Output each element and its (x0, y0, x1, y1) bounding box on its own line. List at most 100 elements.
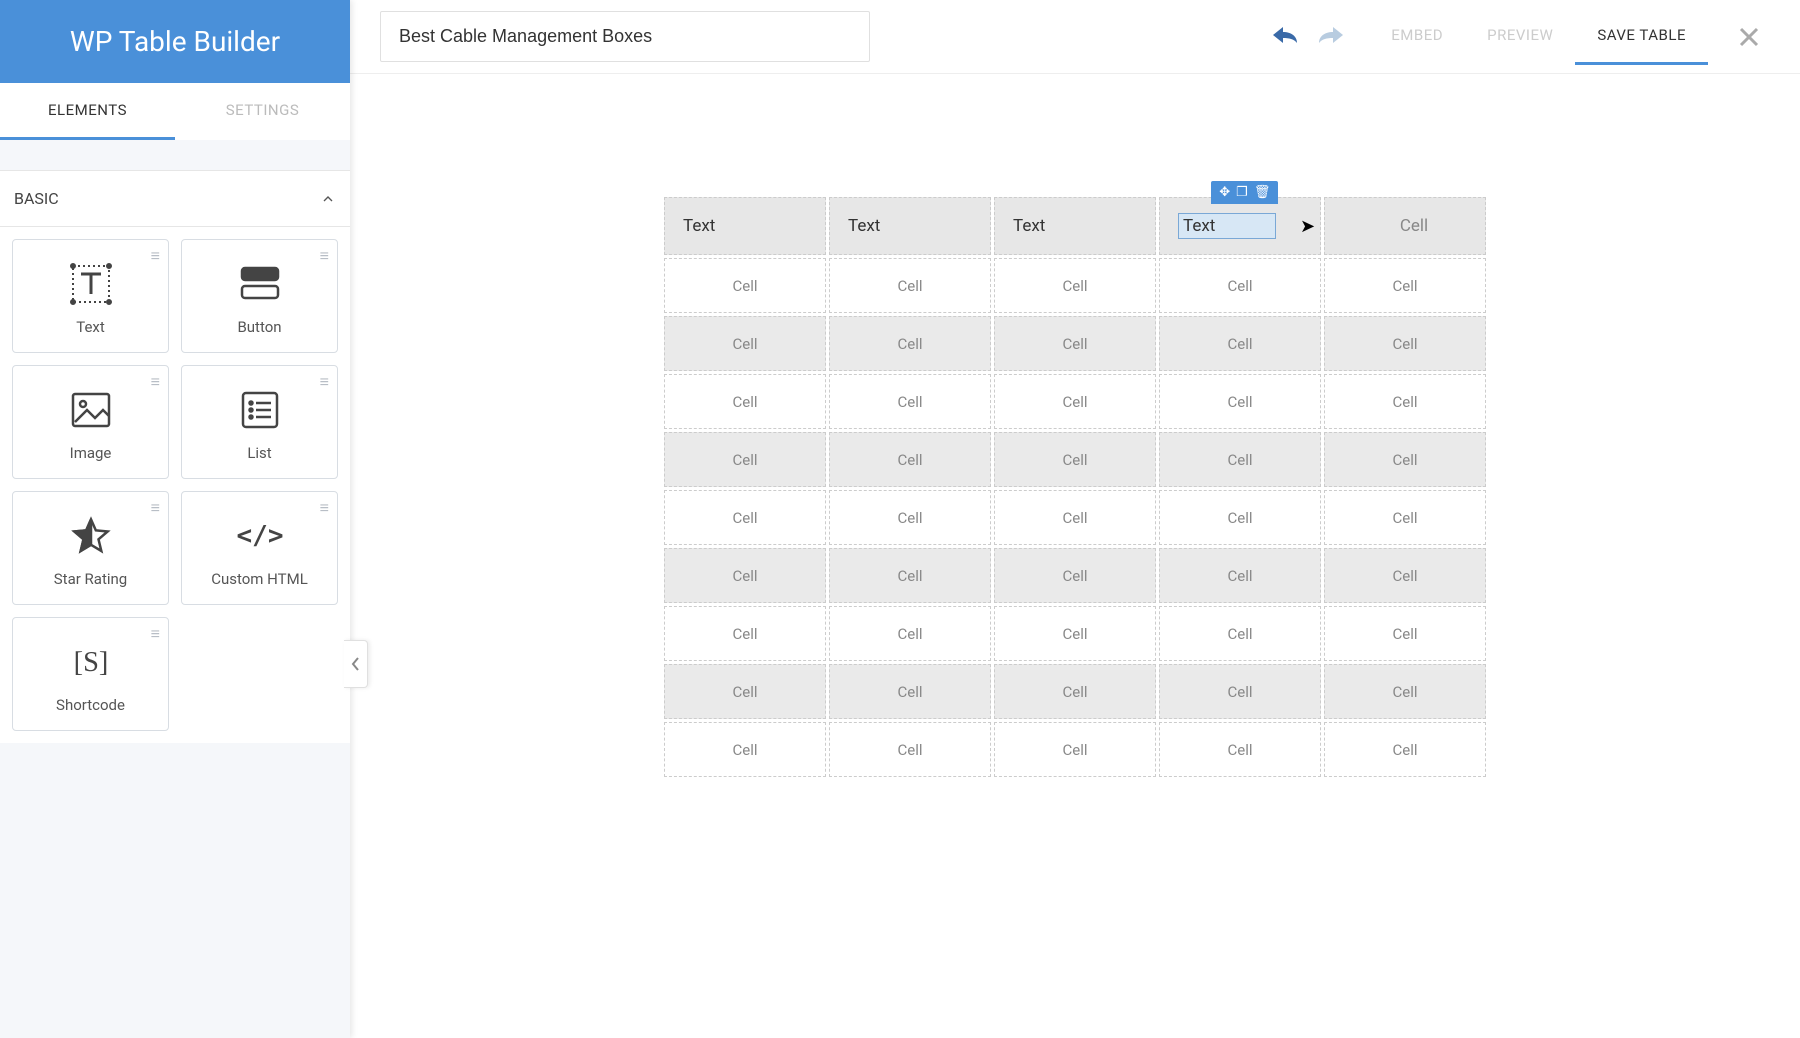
table-cell[interactable]: Cell (664, 490, 826, 545)
element-list[interactable]: ≡ List (181, 365, 338, 479)
table-cell[interactable]: Cell (994, 664, 1156, 719)
table-cell[interactable]: Cell (1324, 606, 1486, 661)
drag-handle-icon: ≡ (320, 246, 329, 266)
table-cell[interactable]: Cell (1159, 316, 1321, 371)
table-cell[interactable]: Cell (829, 548, 991, 603)
table-row[interactable]: CellCellCellCellCell (664, 664, 1486, 719)
element-image[interactable]: ≡ Image (12, 365, 169, 479)
table-cell[interactable]: Cell (1159, 258, 1321, 313)
table-cell[interactable]: Cell (829, 606, 991, 661)
delete-icon[interactable]: 🗑 (1254, 185, 1271, 200)
table-cell[interactable]: Cell (994, 490, 1156, 545)
table-cell[interactable]: Cell (829, 316, 991, 371)
preview-button[interactable]: PREVIEW (1465, 8, 1575, 65)
table-cell[interactable]: Cell (1324, 316, 1486, 371)
image-icon (67, 386, 115, 434)
table-cell[interactable]: Cell (664, 664, 826, 719)
table-cell[interactable]: Cell (1324, 432, 1486, 487)
table-cell[interactable]: Cell (1324, 258, 1486, 313)
chevron-up-icon (320, 191, 336, 207)
table-cell[interactable]: Cell (994, 606, 1156, 661)
header-cell[interactable]: Cell (1324, 197, 1486, 255)
table-cell[interactable]: Cell (829, 374, 991, 429)
table-row[interactable]: CellCellCellCellCell (664, 606, 1486, 661)
drag-handle-icon: ≡ (151, 624, 160, 644)
table-cell[interactable]: Cell (829, 722, 991, 777)
duplicate-icon[interactable]: ❐ (1236, 185, 1248, 200)
tab-elements[interactable]: ELEMENTS (0, 83, 175, 140)
element-shortcode-label: Shortcode (56, 696, 125, 714)
table-cell[interactable]: Cell (1159, 432, 1321, 487)
undo-icon (1269, 23, 1301, 51)
undo-button[interactable] (1267, 19, 1303, 55)
table-cell[interactable]: Cell (1159, 490, 1321, 545)
move-icon[interactable]: ✥ (1219, 185, 1230, 200)
table-row[interactable]: CellCellCellCellCell (664, 316, 1486, 371)
table-cell[interactable]: Cell (994, 548, 1156, 603)
element-text[interactable]: ≡ Text (12, 239, 169, 353)
table-cell[interactable]: Cell (664, 316, 826, 371)
table-cell[interactable]: Cell (664, 722, 826, 777)
table-cell[interactable]: Cell (1159, 664, 1321, 719)
table-row[interactable]: CellCellCellCellCell (664, 722, 1486, 777)
element-shortcode[interactable]: ≡ [S] Shortcode (12, 617, 169, 731)
element-list-label: List (247, 444, 271, 462)
table-canvas[interactable]: Text Text Text ✥ ❐ 🗑 Text ➤ (350, 74, 1800, 1038)
table-cell[interactable]: Cell (994, 258, 1156, 313)
table-cell[interactable]: Cell (829, 258, 991, 313)
embed-button[interactable]: EMBED (1369, 8, 1465, 65)
table-row[interactable]: CellCellCellCellCell (664, 548, 1486, 603)
table-cell[interactable]: Cell (1324, 664, 1486, 719)
table-cell[interactable]: Cell (994, 432, 1156, 487)
table-row[interactable]: CellCellCellCellCell (664, 258, 1486, 313)
table-cell[interactable]: Cell (664, 258, 826, 313)
save-table-button[interactable]: SAVE TABLE (1575, 8, 1708, 65)
table-cell[interactable]: Cell (829, 490, 991, 545)
element-button[interactable]: ≡ Button (181, 239, 338, 353)
table-cell[interactable]: Cell (994, 374, 1156, 429)
table-row[interactable]: CellCellCellCellCell (664, 432, 1486, 487)
redo-button[interactable] (1313, 19, 1349, 55)
table-cell[interactable]: Cell (994, 316, 1156, 371)
text-icon (67, 260, 115, 308)
tab-settings[interactable]: SETTINGS (175, 83, 350, 140)
table-cell[interactable]: Cell (664, 432, 826, 487)
selected-text-element[interactable]: ✥ ❐ 🗑 Text (1178, 213, 1276, 239)
table-cell[interactable]: Cell (664, 374, 826, 429)
header-cell[interactable]: Text (829, 197, 991, 255)
close-button[interactable] (1728, 26, 1770, 48)
table-cell[interactable]: Cell (829, 664, 991, 719)
undo-redo-group (1267, 19, 1349, 55)
table-row[interactable]: CellCellCellCellCell (664, 374, 1486, 429)
table-cell[interactable]: Cell (1159, 374, 1321, 429)
table-title-input[interactable] (380, 11, 870, 62)
table-cell[interactable]: Cell (1159, 548, 1321, 603)
element-star-rating[interactable]: ≡ Star Rating (12, 491, 169, 605)
header-cell-selected[interactable]: ✥ ❐ 🗑 Text ➤ (1159, 197, 1321, 255)
table-cell[interactable]: Cell (1159, 606, 1321, 661)
table-cell[interactable]: Cell (1324, 374, 1486, 429)
element-image-label: Image (70, 444, 112, 462)
drag-handle-icon: ≡ (151, 246, 160, 266)
svg-text:</>: </> (236, 521, 283, 551)
shortcode-icon: [S] (67, 638, 115, 686)
header-cell[interactable]: Text (664, 197, 826, 255)
table-cell[interactable]: Cell (1324, 722, 1486, 777)
editable-table[interactable]: Text Text Text ✥ ❐ 🗑 Text ➤ (661, 194, 1489, 780)
table-cell[interactable]: Cell (664, 548, 826, 603)
table-cell[interactable]: Cell (829, 432, 991, 487)
section-basic: BASIC ≡ Text ≡ Button (0, 170, 350, 743)
table-cell[interactable]: Cell (1324, 490, 1486, 545)
header-cell[interactable]: Text (994, 197, 1156, 255)
table-cell[interactable]: Cell (664, 606, 826, 661)
selected-text-content[interactable]: Text (1178, 213, 1276, 239)
table-cell[interactable]: Cell (1324, 548, 1486, 603)
table-row[interactable]: CellCellCellCellCell (664, 490, 1486, 545)
section-basic-header[interactable]: BASIC (0, 170, 350, 227)
section-basic-label: BASIC (14, 189, 59, 208)
table-row[interactable]: Text Text Text ✥ ❐ 🗑 Text ➤ (664, 197, 1486, 255)
element-custom-html[interactable]: ≡ </> Custom HTML (181, 491, 338, 605)
sidebar-collapse-button[interactable] (344, 640, 368, 688)
table-cell[interactable]: Cell (1159, 722, 1321, 777)
table-cell[interactable]: Cell (994, 722, 1156, 777)
